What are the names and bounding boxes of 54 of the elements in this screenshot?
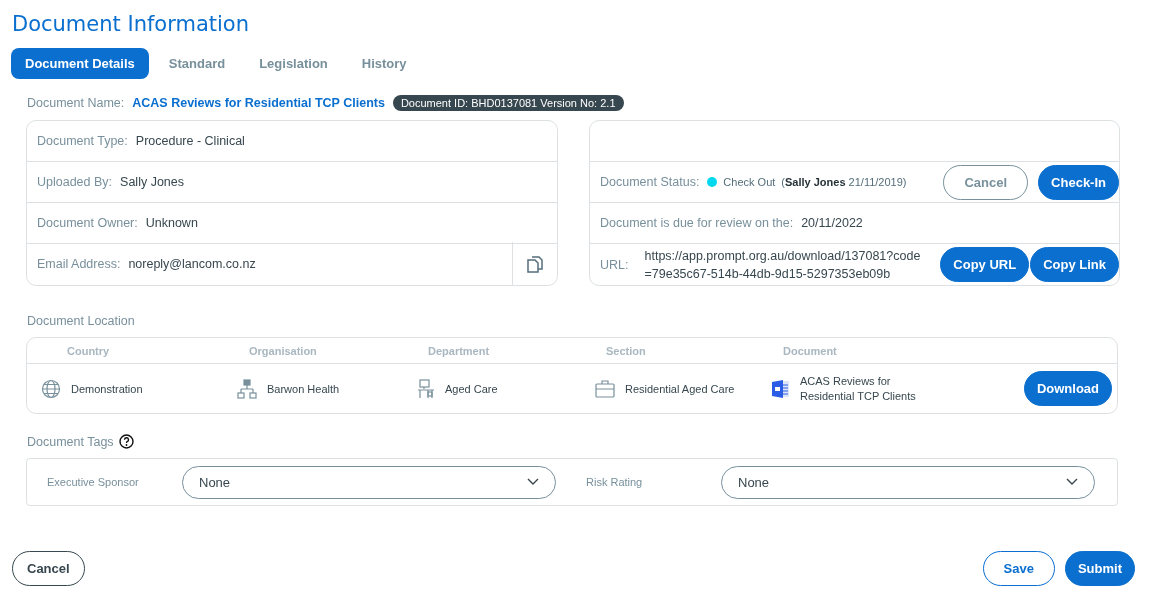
download-button[interactable]: Download [1023, 371, 1112, 406]
field-label: Document Type: [37, 134, 128, 148]
table-cell: Barwon Health [267, 382, 340, 395]
field-value: Unknown [145, 216, 198, 230]
table-cell: Demonstration [71, 382, 143, 395]
status-detail: (Sally Jones 21/11/2019) [781, 176, 907, 188]
status-text: Check Out [723, 176, 776, 188]
url-text: https://app.prompt.org.au/download/137081?code=79e35c67-514b-44db-9d15-5297353eb09b [644, 247, 922, 283]
field-label: Email Address: [37, 257, 121, 271]
column-header: Country [67, 344, 111, 357]
copy-url-button[interactable]: Copy URL [940, 247, 1030, 282]
column-header: Section [606, 344, 647, 357]
field-value: 20/11/2022 [801, 216, 863, 230]
cancel-button[interactable]: Cancel [12, 551, 85, 586]
cancel-button[interactable]: Cancel [943, 164, 1029, 200]
field-value: Procedure - Clinical [135, 134, 245, 148]
document-id-badge: Document ID: BHD0137081 Version No: 2.1 [392, 95, 624, 111]
page-title: Document Information [12, 12, 251, 36]
field-label: Document Status: [600, 175, 700, 189]
check-in-button[interactable]: Check-In [1038, 164, 1119, 200]
column-header: Document [783, 344, 838, 357]
workstation-icon [417, 378, 435, 399]
help-icon [118, 434, 134, 449]
copy-link-button[interactable]: Copy Link [1030, 247, 1119, 282]
submit-button[interactable]: Submit [1064, 551, 1135, 586]
globe-icon [41, 378, 61, 399]
briefcase-icon [595, 379, 615, 398]
field-label: Document Name: [27, 96, 125, 110]
copy-icon [527, 255, 543, 273]
field-label: Executive Sponsor [47, 476, 140, 488]
hierarchy-icon [237, 378, 257, 399]
table-cell-text: ACAS Reviews for Residential TCP Clients [800, 373, 917, 404]
tab[interactable]: History [347, 48, 421, 79]
chevron-down-icon [1066, 478, 1078, 486]
save-button[interactable]: Save [982, 551, 1055, 586]
field-value: Sally Jones [120, 175, 184, 189]
tab[interactable]: Legislation [245, 48, 342, 79]
table-cell: Aged Care [445, 382, 498, 395]
table-cell: Residential Aged Care [625, 382, 735, 395]
chevron-down-icon [527, 478, 539, 486]
tab[interactable]: Standard [154, 48, 240, 79]
column-header: Organisation [249, 344, 318, 357]
field-label: Document is due for review on the: [600, 216, 794, 230]
tab[interactable]: Document Details [11, 48, 149, 79]
column-header: Department [428, 344, 491, 357]
field-label: URL: [600, 257, 629, 272]
field-value: noreply@lancom.co.nz [128, 257, 256, 271]
document-name: ACAS Reviews for Residential TCP Clients [132, 96, 385, 110]
word-file-icon [772, 378, 790, 399]
field-label: Uploaded By: [37, 175, 113, 189]
field-label: Document Owner: [37, 216, 138, 230]
field-label: Risk Rating [586, 476, 644, 488]
section-title: Document Location [27, 314, 135, 328]
section-title: Document Tags [27, 434, 114, 449]
